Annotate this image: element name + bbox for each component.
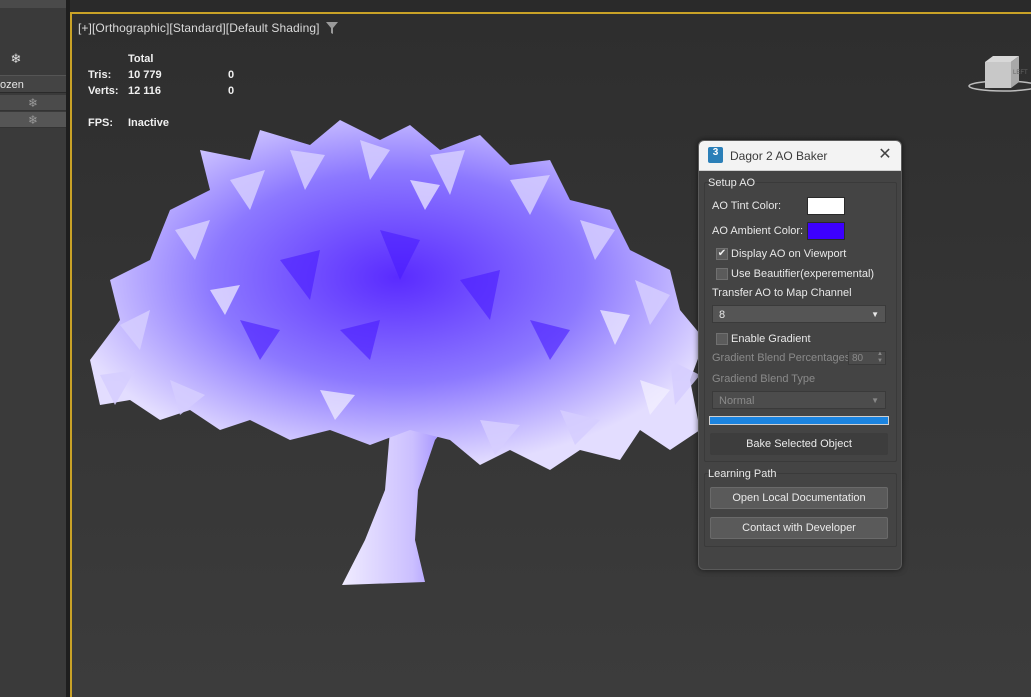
map-channel-value: 8	[719, 309, 726, 321]
filter-icon[interactable]	[326, 22, 338, 34]
blend-percentages-label: Gradient Blend Percentages	[712, 352, 851, 364]
blend-type-label: Gradiend Blend Type	[712, 373, 816, 385]
frozen-cell[interactable]: ❄	[0, 95, 66, 111]
display-ao-label[interactable]: Display AO on Viewport	[731, 248, 846, 260]
open-documentation-button[interactable]: Open Local Documentation	[710, 487, 888, 509]
tris-total: 10 779	[128, 69, 162, 81]
setup-ao-title: Setup AO	[708, 177, 756, 189]
map-channel-dropdown[interactable]: 8 ▼	[712, 305, 886, 323]
viewport-shading-menu[interactable]: [Default Shading]	[226, 21, 320, 35]
stats-total-header: Total	[128, 53, 154, 65]
viewport-plus-menu[interactable]: [+]	[78, 21, 92, 35]
dialog-titlebar[interactable]: 3 Dagor 2 AO Baker ✕	[699, 141, 901, 171]
tris-label: Tris:	[88, 69, 112, 81]
blend-type-dropdown[interactable]: Normal ▼	[712, 391, 886, 409]
verts-selected: 0	[228, 85, 235, 97]
viewport-top-strip	[70, 0, 1031, 12]
tris-selected: 0	[228, 69, 235, 81]
verts-total: 12 116	[128, 85, 162, 97]
spinner-arrows-icon[interactable]: ▲ ▼	[877, 351, 883, 365]
bake-selected-button[interactable]: Bake Selected Object	[710, 433, 888, 455]
bake-progress-bar	[709, 416, 889, 425]
learning-path-group: Learning Path Open Local Documentation C…	[704, 468, 897, 547]
blend-percentages-value: 80	[852, 353, 864, 364]
freeze-toggle-icon[interactable]: ❄	[8, 52, 24, 66]
chevron-down-icon: ▼	[871, 310, 879, 319]
contact-developer-button[interactable]: Contact with Developer	[710, 517, 888, 539]
ambient-color-label: AO Ambient Color:	[712, 225, 804, 237]
3dsmax-app-icon: 3	[708, 147, 723, 163]
tree-mesh[interactable]	[80, 110, 720, 590]
beautifier-label[interactable]: Use Beautifier(experemental)	[731, 268, 874, 280]
tint-color-swatch[interactable]	[807, 197, 845, 215]
bake-progress-fill	[710, 417, 888, 424]
frozen-column-header[interactable]: ozen	[0, 75, 66, 93]
enable-gradient-checkbox[interactable]	[716, 333, 728, 345]
tint-color-label: AO Tint Color:	[712, 200, 782, 212]
beautifier-checkbox[interactable]	[716, 268, 728, 280]
frozen-cell[interactable]: ❄	[0, 112, 66, 128]
viewport-view-menu[interactable]: [Orthographic]	[92, 21, 169, 35]
ao-baker-dialog: 3 Dagor 2 AO Baker ✕ Setup AO AO Tint Co…	[698, 140, 902, 570]
transfer-channel-label: Transfer AO to Map Channel	[712, 287, 852, 299]
close-icon[interactable]: ✕	[877, 147, 893, 163]
verts-label: Verts:	[88, 85, 119, 97]
learning-path-title: Learning Path	[708, 468, 777, 480]
viewcube[interactable]: LEFT	[967, 52, 1031, 94]
display-ao-checkbox[interactable]: ✔	[716, 248, 728, 260]
dialog-title: Dagor 2 AO Baker	[730, 149, 828, 163]
chevron-down-icon: ▼	[871, 396, 879, 405]
setup-ao-group: Setup AO AO Tint Color: AO Ambient Color…	[704, 177, 897, 462]
viewport-standard-menu[interactable]: [Standard]	[169, 21, 225, 35]
blend-percentages-spinner[interactable]: 80 ▲ ▼	[848, 351, 886, 365]
panel-toolbar	[0, 0, 66, 8]
viewcube-face-label: LEFT	[1013, 70, 1028, 76]
enable-gradient-label[interactable]: Enable Gradient	[731, 333, 811, 345]
ambient-color-swatch[interactable]	[807, 222, 845, 240]
blend-type-value: Normal	[719, 395, 755, 407]
viewport-label-menu: [+][Orthographic][Standard][Default Shad…	[78, 21, 320, 35]
scene-explorer-panel: ❄ ozen ❄ ❄	[0, 0, 67, 697]
